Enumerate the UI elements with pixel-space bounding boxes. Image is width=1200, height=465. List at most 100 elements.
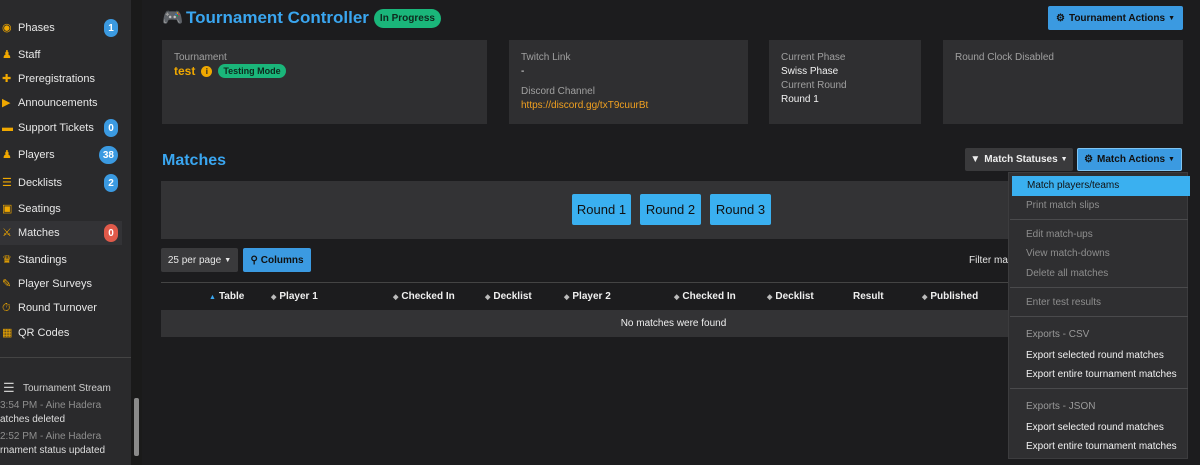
column-header-decklist[interactable]: ◆ Decklist [485,291,532,302]
tournament-label: Tournament [174,52,227,63]
scrollbar-thumb[interactable] [134,398,139,456]
sidebar-item-seatings[interactable]: ▣ Seatings [0,197,122,221]
sidebar: ◉ Phases 1 ♟ Staff ✚ Preregistrations ▶ … [0,0,131,465]
clipboard-icon: ✎ [2,278,12,290]
sidebar-item-label: Phases [18,22,55,34]
discord-label: Discord Channel [521,86,595,97]
caret-down-icon: ▼ [224,256,232,264]
column-label: Decklist [775,291,814,302]
sort-icon: ◆ [271,294,277,301]
menu-item-json-round[interactable]: Export selected round matches [1026,422,1164,433]
column-header-decklist-2[interactable]: ◆ Decklist [767,291,814,302]
sort-icon: ◆ [674,294,680,301]
current-round-label: Current Round [781,80,847,91]
sitemap-icon: ◉ [2,22,12,34]
count-badge: 1 [104,19,118,37]
tournament-actions-button[interactable]: ⚙ Tournament Actions ▼ [1048,6,1183,30]
menu-item-delete-all[interactable]: Delete all matches [1026,268,1108,279]
menu-item-print-slips[interactable]: Print match slips [1026,200,1099,211]
menu-header-json: Exports - JSON [1026,401,1096,412]
trophy-icon: ♛ [2,254,12,266]
sidebar-item-decklists[interactable]: ☰ Decklists 2 [0,171,122,195]
sidebar-item-player-surveys[interactable]: ✎ Player Surveys [0,272,122,296]
menu-item-csv-round[interactable]: Export selected round matches [1026,350,1164,361]
search-icon: ⚲ [250,254,258,266]
page-title: 🎮 Tournament Controller In Progress [162,8,441,28]
column-header-published[interactable]: ◆ Published [922,291,978,302]
menu-item-match-players[interactable]: Match players/teams [1012,176,1190,196]
sort-icon: ◆ [767,294,773,301]
info-icon[interactable]: i [201,65,213,77]
count-badge: 2 [104,174,118,192]
match-actions-label: Match Actions [1097,154,1165,165]
columns-button[interactable]: ⚲ Columns [243,248,311,272]
count-badge: 0 [104,119,118,137]
current-phase-value: Swiss Phase [781,66,839,77]
filter-icon: ▼ [970,154,981,165]
stream-entry-message: rnament status updated [0,445,106,456]
caret-down-icon: ▼ [1060,156,1068,163]
status-badge: In Progress [373,8,441,28]
sidebar-item-announcements[interactable]: ▶ Announcements [0,91,122,115]
round-3-button[interactable]: Round 3 [710,194,771,225]
menu-item-label: Match players/teams [1027,180,1120,191]
sidebar-item-standings[interactable]: ♛ Standings [0,248,122,272]
sidebar-item-label: Matches [18,227,60,239]
menu-item-view-matchdowns[interactable]: View match-downs [1026,248,1110,259]
gear-icon: ⚙ [1055,12,1065,24]
column-label: Table [218,291,245,302]
menu-header-csv: Exports - CSV [1026,329,1090,340]
column-label: Player 2 [572,291,611,302]
menu-item-csv-all[interactable]: Export entire tournament matches [1026,369,1177,380]
match-statuses-button[interactable]: ▼ Match Statuses ▼ [965,148,1073,171]
list-icon: ☰ [2,177,12,189]
sidebar-item-players[interactable]: ♟ Players 38 [0,143,122,167]
sort-icon: ◆ [393,294,399,301]
sidebar-divider [0,357,131,358]
column-header-checked-in-2[interactable]: ◆ Checked In [674,291,736,302]
match-actions-button[interactable]: ⚙ Match Actions ▼ [1077,148,1182,171]
menu-divider [1010,388,1188,389]
column-header-player-1[interactable]: ◆ Player 1 [271,291,318,302]
sidebar-item-matches[interactable]: ⚔ Matches 0 [0,221,122,245]
sidebar-item-phases[interactable]: ◉ Phases 1 [0,16,122,40]
round-2-button[interactable]: Round 2 [640,194,701,225]
sidebar-item-preregistrations[interactable]: ✚ Preregistrations [0,67,122,91]
caret-down-icon: ▼ [1168,156,1175,163]
menu-item-enter-test-results[interactable]: Enter test results [1026,297,1101,308]
column-header-player-2[interactable]: ◆ Player 2 [564,291,611,302]
sidebar-scrollbar[interactable] [131,0,142,465]
ticket-icon: ▬ [2,122,13,134]
column-header-result[interactable]: Result [853,291,884,302]
per-page-select[interactable]: 25 per page ▼ [161,248,238,272]
stream-entry-time: 2:52 PM - Aine Hadera [0,431,102,442]
sidebar-item-staff[interactable]: ♟ Staff [0,43,122,67]
menu-item-edit-matchups[interactable]: Edit match-ups [1026,229,1093,240]
column-header-checked-in[interactable]: ◆ Checked In [393,291,455,302]
column-label: Checked In [401,291,455,302]
qr-code-icon: ▦ [2,327,13,339]
sidebar-item-label: Support Tickets [18,122,94,134]
clock-icon: ⏱ [2,302,11,314]
sidebar-item-label: Staff [18,49,41,61]
sort-icon: ◆ [564,294,570,301]
sidebar-item-label: Round Turnover [18,302,97,314]
sidebar-item-label: Seatings [18,203,61,215]
sidebar-item-round-turnover[interactable]: ⏱ Round Turnover [0,296,122,320]
column-header-table[interactable]: ▲ Table [209,291,244,302]
discord-link[interactable]: https://discord.gg/txT9cuurBt [521,100,736,111]
sidebar-item-support-tickets[interactable]: ▬ Support Tickets 0 [0,116,122,140]
current-round-value: Round 1 [781,94,819,105]
stream-icon: ☰ [3,380,15,395]
users-icon: ♟ [2,149,12,161]
round-1-button[interactable]: Round 1 [572,194,631,225]
count-badge: 38 [98,146,118,164]
twitch-label: Twitch Link [521,52,571,63]
sidebar-item-label: Players [18,149,55,161]
clock-card: Round Clock Disabled [943,40,1183,124]
sidebar-item-qr-codes[interactable]: ▦ QR Codes [0,321,122,345]
matches-title: Matches [162,152,227,169]
match-statuses-label: Match Statuses [984,154,1058,165]
menu-item-json-all[interactable]: Export entire tournament matches [1026,441,1177,452]
testing-mode-badge: Testing Mode [218,64,286,78]
